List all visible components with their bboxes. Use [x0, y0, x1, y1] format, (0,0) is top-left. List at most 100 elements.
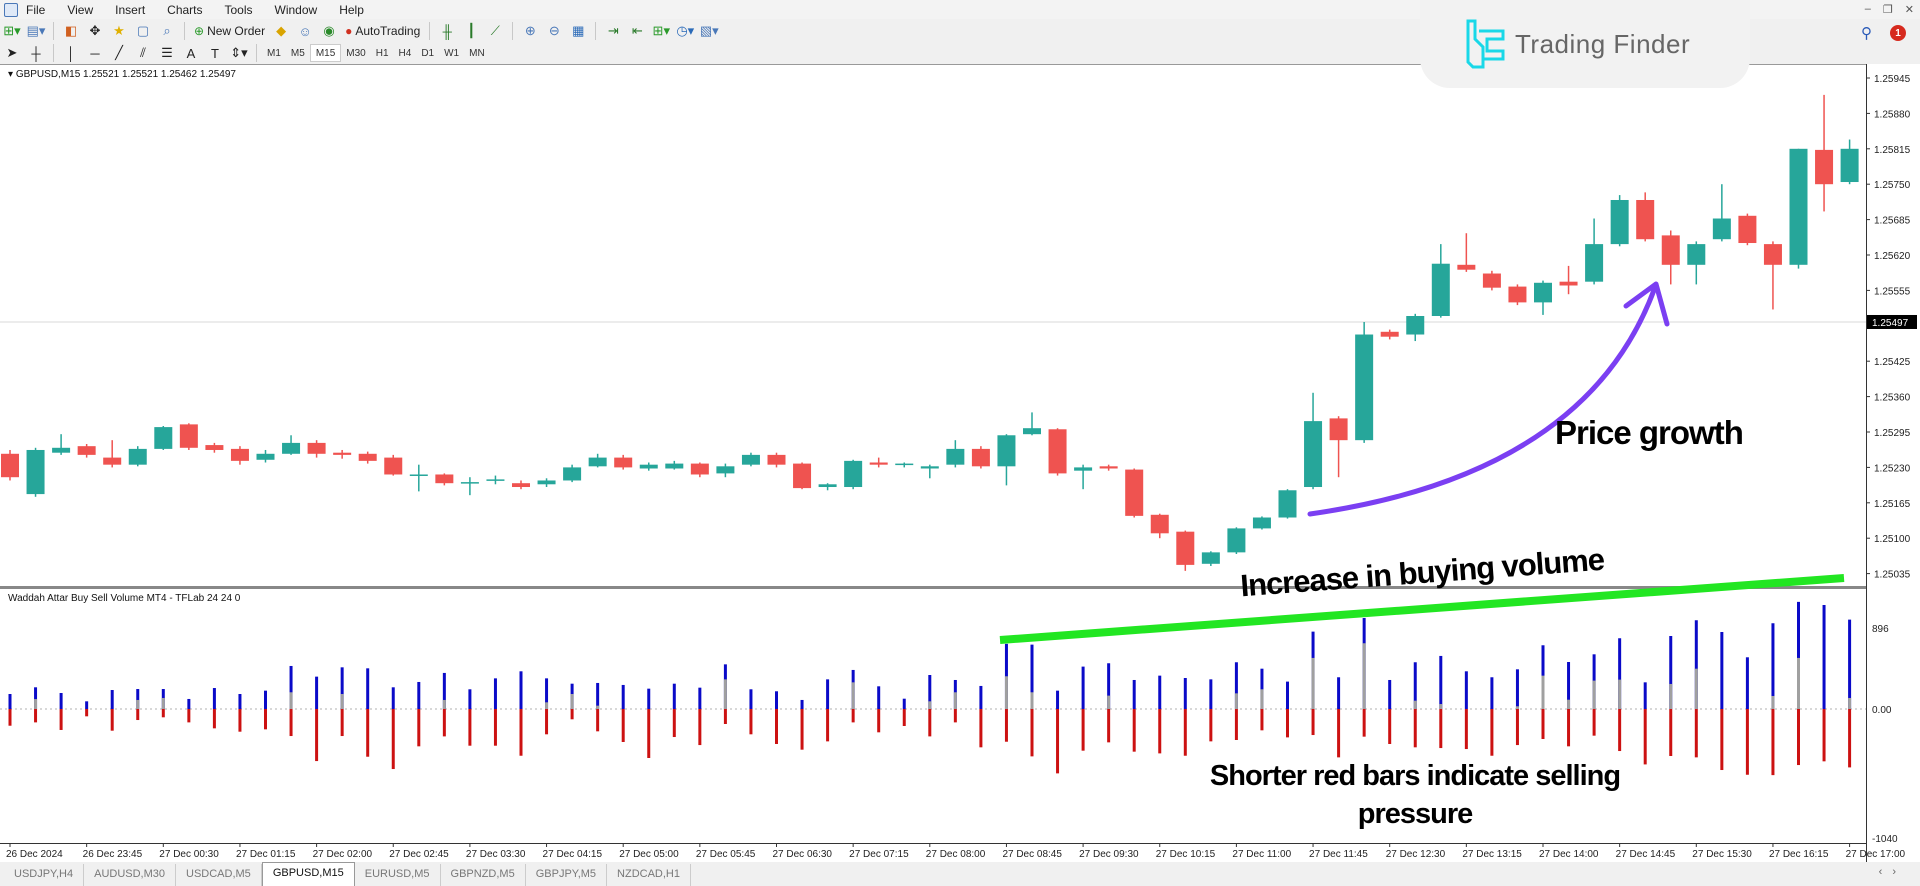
- tab-gbpusd-m15[interactable]: GBPUSD,M15: [261, 862, 355, 886]
- candle-body: [179, 424, 198, 448]
- candle-body: [1738, 215, 1757, 244]
- candle: [384, 454, 403, 476]
- candle-body: [1304, 421, 1323, 488]
- candle-body: [971, 448, 990, 467]
- candle: [179, 423, 198, 450]
- candle: [1227, 527, 1246, 554]
- price-label: 1.25555: [1874, 286, 1911, 297]
- candle: [1508, 284, 1527, 306]
- candle: [1074, 464, 1093, 490]
- time-label: 26 Dec 2024: [6, 849, 63, 860]
- candle: [716, 463, 735, 478]
- candle: [128, 446, 147, 467]
- candle-body: [1074, 467, 1093, 471]
- time-label: 27 Dec 02:45: [389, 849, 449, 860]
- candle-body: [1687, 244, 1706, 265]
- tab-nzdcad-h1[interactable]: NZDCAD,H1: [607, 864, 691, 886]
- trading-finder-logo: Trading Finder: [1420, 0, 1750, 88]
- collapse-icon[interactable]: ▾: [8, 69, 16, 80]
- price-label: 1.25945: [1874, 74, 1911, 85]
- tab-audusd-m30[interactable]: AUDUSD,M30: [84, 864, 177, 886]
- candle: [1176, 530, 1195, 571]
- candle: [1304, 392, 1323, 490]
- price-label: 1.25230: [1874, 463, 1911, 474]
- candle-body: [1252, 517, 1271, 529]
- price-label: 1.25360: [1874, 393, 1911, 404]
- indicator-label: Waddah Attar Buy Sell Volume MT4 - TFLab…: [8, 593, 241, 604]
- candle: [77, 443, 96, 458]
- tab-usdjpy-h4[interactable]: USDJPY,H4: [4, 864, 85, 886]
- candle: [307, 440, 326, 458]
- candle: [1815, 94, 1834, 212]
- candle-body: [1534, 282, 1552, 303]
- time-label: 27 Dec 07:15: [849, 849, 909, 860]
- candle: [333, 449, 352, 459]
- candle-body: [460, 482, 479, 484]
- time-label: 27 Dec 00:30: [159, 849, 219, 860]
- candle-body: [1, 453, 19, 478]
- candle-body: [1431, 263, 1450, 316]
- candle: [1763, 241, 1782, 310]
- candle-body: [1048, 429, 1067, 474]
- candle: [1329, 416, 1348, 478]
- candle-body: [26, 449, 45, 495]
- price-label: 1.25035: [1874, 570, 1911, 581]
- tab-gbpnzd-m5[interactable]: GBPNZD,M5: [441, 864, 526, 886]
- candle: [256, 449, 275, 463]
- candle-body: [844, 460, 863, 488]
- candle: [358, 451, 377, 464]
- candle-body: [205, 445, 224, 450]
- candle-body: [486, 479, 505, 481]
- candle-body: [358, 453, 377, 461]
- candle: [639, 462, 658, 471]
- candle-body: [409, 474, 428, 476]
- candle: [1457, 233, 1476, 272]
- tab-eurusd-m5[interactable]: EURUSD,M5: [355, 864, 441, 886]
- time-label: 27 Dec 05:00: [619, 849, 679, 860]
- time-label: 27 Dec 16:15: [1769, 849, 1829, 860]
- candle-body: [77, 446, 96, 455]
- candle: [1, 449, 19, 481]
- time-label: 27 Dec 02:00: [313, 849, 373, 860]
- candle-body: [103, 457, 122, 465]
- candle: [230, 446, 249, 465]
- time-label: 27 Dec 17:00: [1846, 849, 1906, 860]
- candle: [537, 478, 556, 488]
- candle: [1636, 192, 1655, 242]
- candle-body: [512, 483, 530, 488]
- time-label: 27 Dec 10:15: [1156, 849, 1216, 860]
- candle: [1150, 513, 1169, 539]
- candle-body: [384, 457, 403, 475]
- candle: [614, 454, 633, 470]
- candle: [741, 452, 760, 467]
- candle-body: [154, 427, 173, 449]
- candle-body: [741, 454, 760, 465]
- candle-body: [282, 442, 301, 454]
- candle: [1712, 184, 1731, 242]
- logo-text: Trading Finder: [1515, 28, 1691, 59]
- candle-body: [1176, 531, 1195, 565]
- candle-body: [307, 442, 326, 454]
- candle: [282, 435, 301, 455]
- candle: [1125, 468, 1144, 518]
- candle: [1048, 428, 1067, 476]
- time-label: 27 Dec 11:45: [1309, 849, 1368, 860]
- tab-scroll-buttons[interactable]: ‹›: [1879, 866, 1906, 878]
- candle: [1559, 265, 1578, 295]
- tab-gbpjpy-m5[interactable]: GBPJPY,M5: [526, 864, 608, 886]
- candle: [818, 483, 837, 491]
- candle-body: [1815, 149, 1834, 185]
- annotation-red-bars-line1: Shorter red bars indicate selling: [1209, 760, 1621, 792]
- tab-usdcad-m5[interactable]: USDCAD,M5: [176, 864, 262, 886]
- candle: [103, 440, 122, 468]
- candle: [1610, 195, 1629, 247]
- candle: [1278, 489, 1297, 519]
- candle-body: [1099, 466, 1118, 469]
- indicator-min-label: -1040: [1872, 834, 1898, 845]
- candle-body: [1763, 244, 1782, 265]
- candle: [690, 462, 709, 478]
- candle-body: [767, 454, 786, 465]
- candle: [767, 452, 786, 468]
- candle-body: [563, 467, 582, 481]
- candle-body: [1636, 199, 1655, 240]
